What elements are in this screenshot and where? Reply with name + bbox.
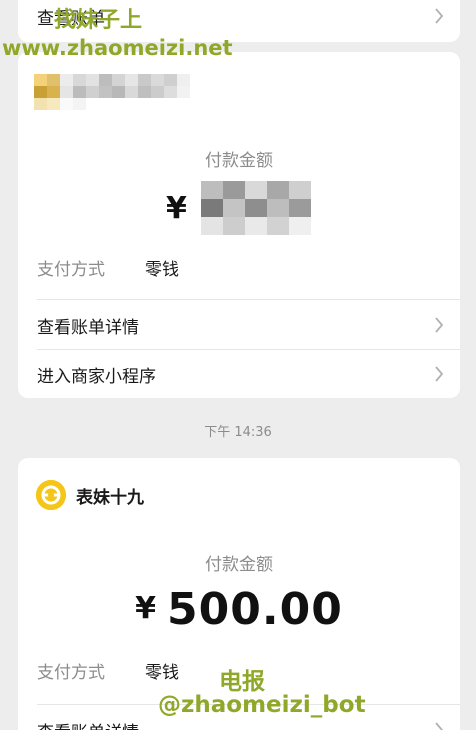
payment-method-row: 支付方式 零钱 [37,658,179,683]
merchant-header[interactable]: 表妹十九 [36,480,144,510]
payment-bill-card: 付款金额 ¥ 支付方式 零钱 查看账单详情 进入商家小程序 [18,52,460,398]
amount-mosaic [200,181,311,235]
chevron-right-icon [434,722,444,730]
amount-label: 付款金额 [205,151,273,171]
message-timestamp: 下午 14:36 [204,425,272,440]
open-merchant-miniprogram-label: 进入商家小程序 [37,366,156,387]
amount-value-blurred: ¥ [166,181,311,235]
currency-symbol: ¥ [166,190,187,226]
payment-method-label: 支付方式 [37,260,105,280]
chevron-right-icon [434,366,444,382]
chevron-right-icon [434,8,444,24]
payment-method-value: 零钱 [145,663,179,683]
currency-symbol: ¥ [135,591,158,626]
merchant-name: 表妹十九 [76,487,144,508]
amount-number: 500.00 [167,584,343,635]
chat-page: 查看账单 付款金额 ¥ 支付方式 零钱 查看账单详情 进入商家小程序 下午 14… [0,0,476,730]
merchant-logo-icon [36,480,66,510]
amount-label: 付款金额 [205,555,273,575]
view-bill-details-link[interactable]: 查看账单详情 [37,301,444,349]
watermark-text: 找妹子上 [54,8,143,33]
view-bill-details-label: 查看账单详情 [37,317,139,338]
open-merchant-miniprogram-link[interactable]: 进入商家小程序 [37,350,444,398]
merchant-name-blurred [34,74,190,110]
payment-method-row: 支付方式 零钱 [37,255,179,280]
watermark-url: www.zhaomeizi.net [2,36,233,60]
amount-value: ¥500.00 [18,584,460,635]
watermark-text: 电报 [219,669,265,695]
view-bill-details-label: 查看账单详情 [37,718,139,730]
divider [37,299,460,300]
payment-method-value: 零钱 [145,260,179,280]
chevron-right-icon [434,317,444,333]
payment-method-label: 支付方式 [37,663,105,683]
watermark-handle: @zhaomeizi_bot [158,692,366,718]
